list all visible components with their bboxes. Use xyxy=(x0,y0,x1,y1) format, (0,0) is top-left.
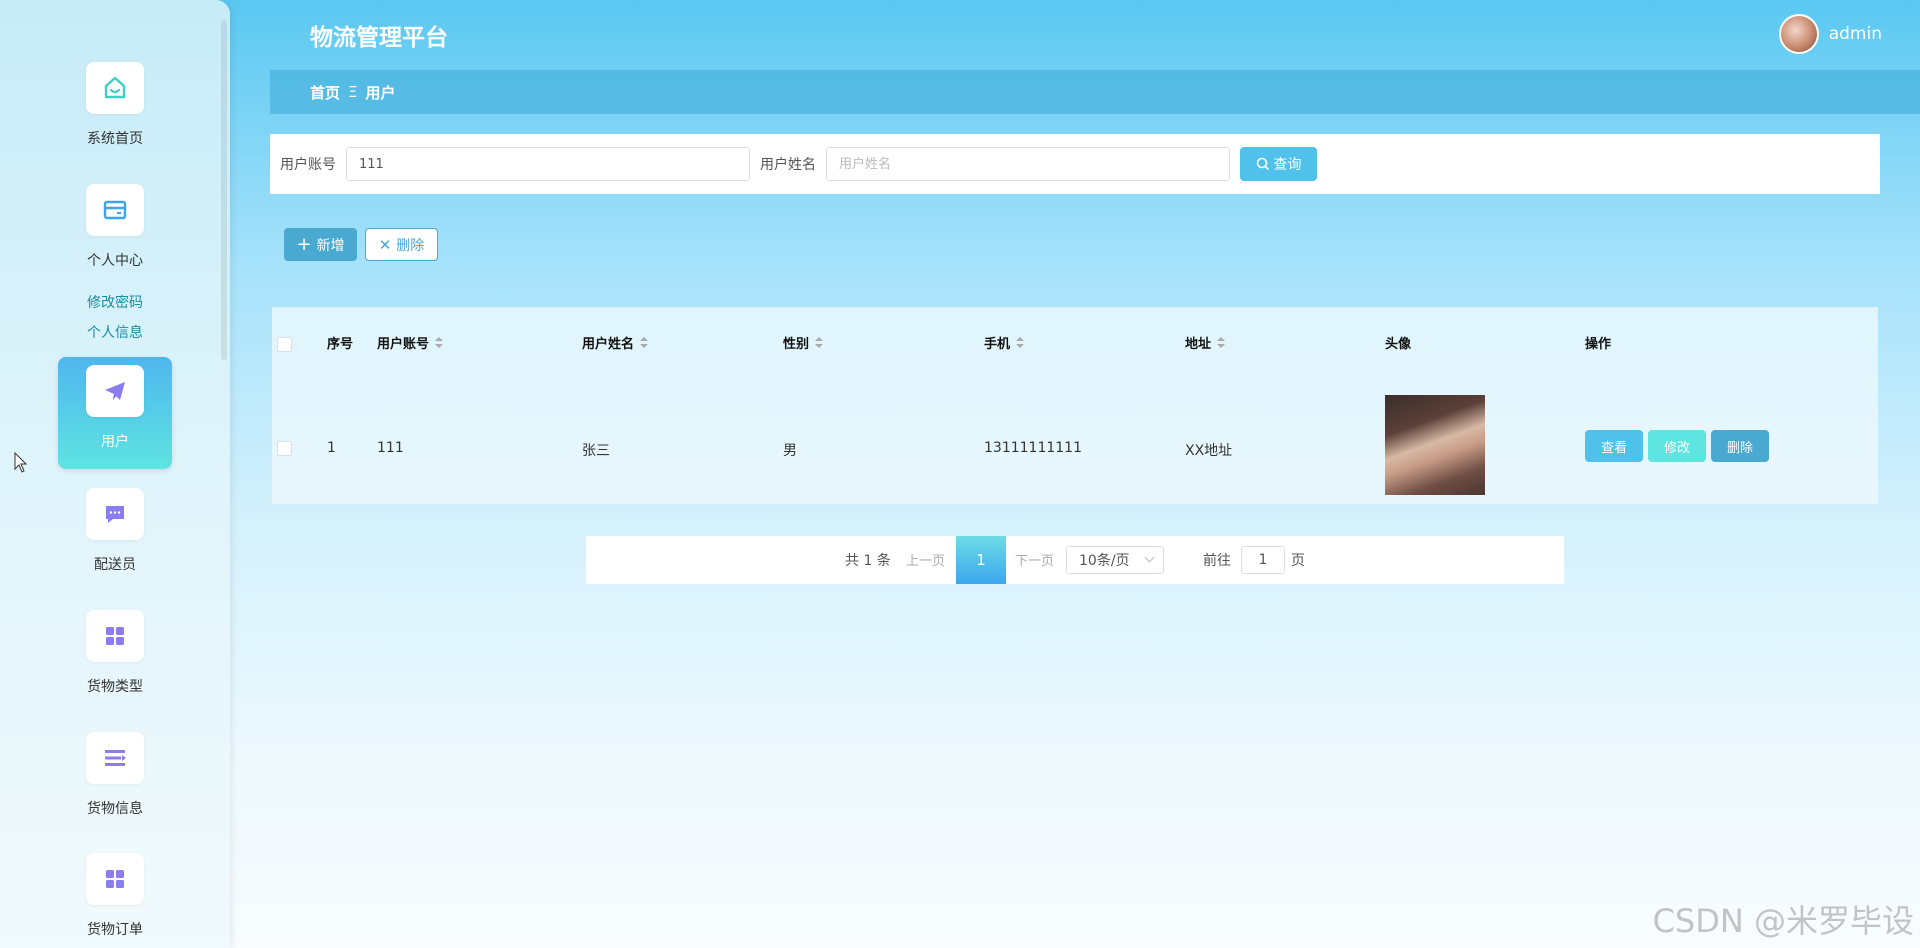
user-menu[interactable]: admin xyxy=(1778,14,1882,54)
pagination: 共 1 条 上一页 1 下一页 10条/页 前往 1 页 xyxy=(586,536,1564,584)
submenu-change-password[interactable]: 修改密码 xyxy=(58,292,172,312)
breadcrumb-current: 用户 xyxy=(365,83,396,102)
avatar[interactable] xyxy=(1778,14,1819,54)
sidebar: 系统首页 个人中心 修改密码 个人信息 用户 配送员 货物类型 货物信息 货物订… xyxy=(0,0,230,948)
delete-button[interactable]: 删除 xyxy=(1711,430,1769,462)
sidebar-item-label: 用户 xyxy=(101,434,129,450)
breadcrumb: 首页 Ξ 用户 xyxy=(270,70,1920,114)
page-size-select[interactable]: 10条/页 xyxy=(1066,546,1164,574)
batch-delete-button[interactable]: ✕ 删除 xyxy=(365,228,438,261)
sidebar-item-label: 个人中心 xyxy=(87,253,143,269)
sort-icon[interactable] xyxy=(640,336,649,349)
sort-icon[interactable] xyxy=(1016,336,1025,349)
breadcrumb-separator-icon: Ξ xyxy=(348,83,358,101)
sidebar-item-label: 货物信息 xyxy=(87,801,143,817)
add-button[interactable]: + 新增 xyxy=(284,228,357,261)
col-actions: 操作 xyxy=(1585,337,1612,352)
page-size-value: 10条/页 xyxy=(1079,553,1130,569)
add-button-label: 新增 xyxy=(316,237,345,254)
page-suffix: 页 xyxy=(1291,553,1305,569)
sidebar-item-label: 系统首页 xyxy=(87,131,143,147)
name-label: 用户姓名 xyxy=(760,157,816,173)
close-icon: ✕ xyxy=(378,235,392,254)
goto-label: 前往 xyxy=(1203,553,1231,569)
sidebar-scrollbar[interactable] xyxy=(221,20,227,360)
list-icon xyxy=(86,732,144,784)
query-button-label: 查询 xyxy=(1273,157,1302,173)
mouse-cursor-icon xyxy=(14,452,28,473)
chat-icon xyxy=(86,488,144,540)
next-page-button[interactable]: 下一页 xyxy=(1015,550,1054,569)
sidebar-item-profile[interactable]: 个人中心 xyxy=(58,184,172,270)
app-title: 物流管理平台 xyxy=(310,25,448,51)
sidebar-item-courier[interactable]: 配送员 xyxy=(58,488,172,574)
card-icon xyxy=(86,184,144,236)
users-table: 序号 用户账号 用户姓名 性别 手机 地址 头像 操作 1 111 张三 男 1… xyxy=(272,307,1878,504)
paper-plane-icon xyxy=(86,365,144,417)
sidebar-item-label: 货物类型 xyxy=(87,679,143,695)
sidebar-item-goods-type[interactable]: 货物类型 xyxy=(58,610,172,696)
query-button[interactable]: 查询 xyxy=(1240,147,1317,181)
username[interactable]: admin xyxy=(1829,24,1882,44)
view-button[interactable]: 查看 xyxy=(1585,430,1643,462)
account-label: 用户账号 xyxy=(280,157,336,173)
cell-index: 1 xyxy=(327,440,336,456)
cell-phone: 13111111111 xyxy=(984,440,1082,456)
sidebar-item-label: 货物订单 xyxy=(87,922,143,938)
cell-address: XX地址 xyxy=(1185,443,1233,459)
cell-account: 111 xyxy=(377,440,404,456)
grid-icon xyxy=(86,610,144,662)
sort-icon[interactable] xyxy=(815,336,824,349)
prev-page-button[interactable]: 上一页 xyxy=(906,550,945,569)
cell-gender: 男 xyxy=(783,443,797,459)
home-icon xyxy=(86,62,144,114)
sidebar-item-home[interactable]: 系统首页 xyxy=(58,62,172,148)
delete-button-label: 删除 xyxy=(396,237,425,254)
select-all-checkbox[interactable] xyxy=(277,337,292,352)
sidebar-item-label: 配送员 xyxy=(94,557,136,573)
sort-icon[interactable] xyxy=(1217,336,1226,349)
col-address[interactable]: 地址 xyxy=(1185,333,1226,352)
sidebar-item-users[interactable]: 用户 xyxy=(58,357,172,469)
chevron-down-icon xyxy=(1144,552,1155,563)
edit-button[interactable]: 修改 xyxy=(1648,430,1706,462)
breadcrumb-home[interactable]: 首页 xyxy=(310,82,340,103)
account-input[interactable] xyxy=(346,147,750,181)
watermark: CSDN @米罗毕设 xyxy=(1652,902,1914,940)
cell-name: 张三 xyxy=(582,443,610,459)
sort-icon[interactable] xyxy=(435,336,444,349)
col-index: 序号 xyxy=(327,337,354,352)
grid-icon xyxy=(86,853,144,905)
pagination-total: 共 1 条 xyxy=(845,553,891,569)
col-phone[interactable]: 手机 xyxy=(984,333,1025,352)
col-account[interactable]: 用户账号 xyxy=(377,333,444,352)
col-name[interactable]: 用户姓名 xyxy=(582,333,649,352)
search-bar: 用户账号 用户姓名 查询 xyxy=(270,134,1880,194)
search-icon xyxy=(1256,157,1269,171)
user-photo[interactable] xyxy=(1385,395,1485,495)
col-avatar: 头像 xyxy=(1385,337,1412,352)
submenu-personal-info[interactable]: 个人信息 xyxy=(58,322,172,342)
name-input[interactable] xyxy=(826,147,1230,181)
page-number-current[interactable]: 1 xyxy=(956,536,1006,584)
goto-page-input[interactable]: 1 xyxy=(1241,546,1285,574)
plus-icon: + xyxy=(296,233,312,255)
sidebar-item-goods-info[interactable]: 货物信息 xyxy=(58,732,172,818)
col-gender[interactable]: 性别 xyxy=(783,333,824,352)
sidebar-item-goods-order[interactable]: 货物订单 xyxy=(58,853,172,939)
row-checkbox[interactable] xyxy=(277,441,292,456)
